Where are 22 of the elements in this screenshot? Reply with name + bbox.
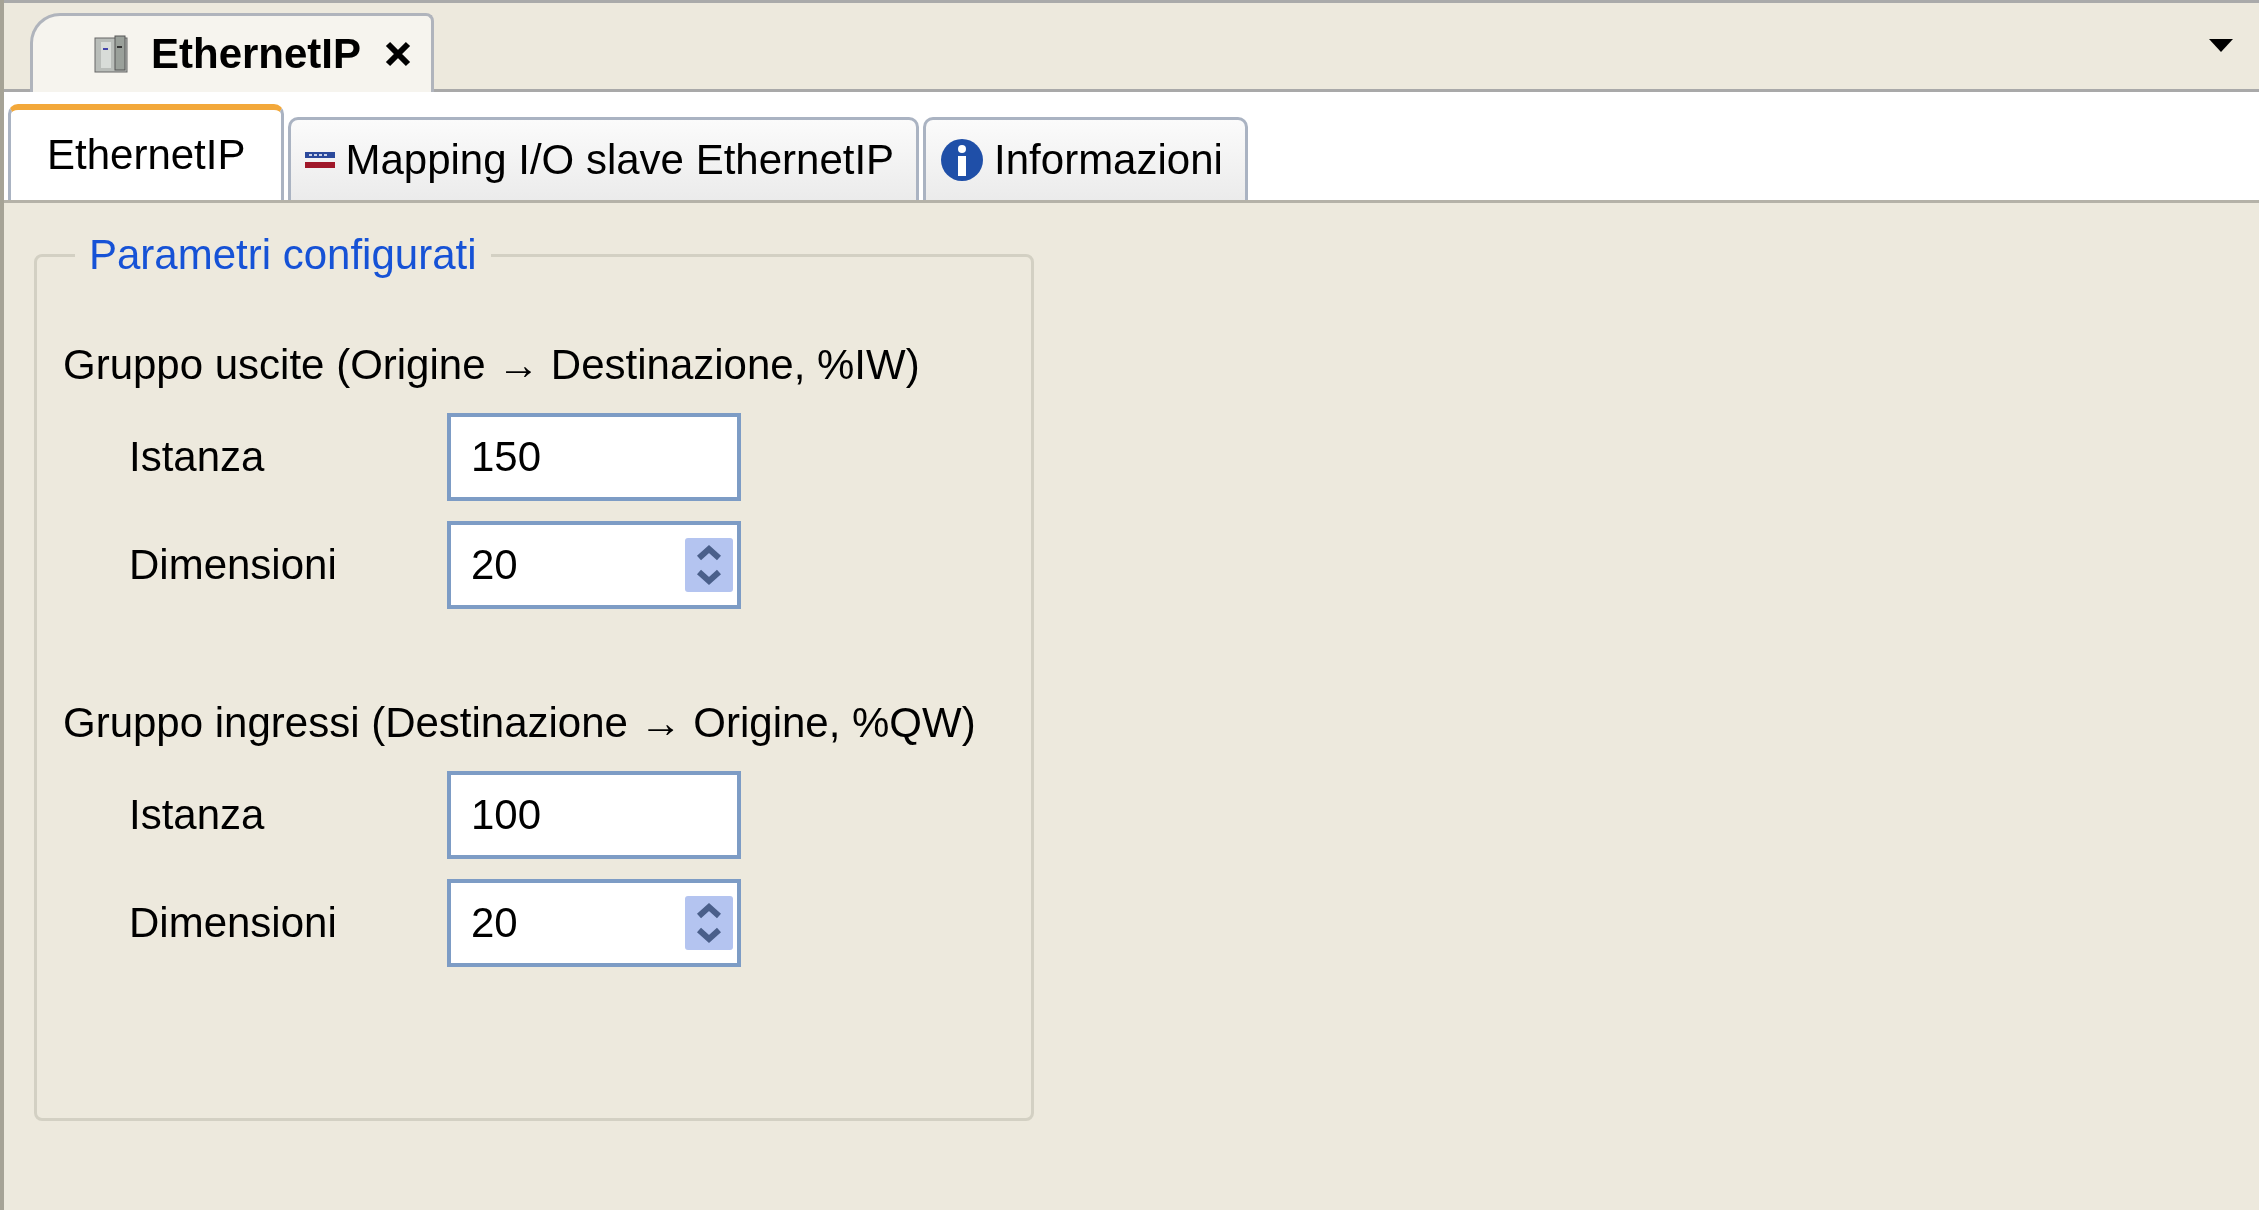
spinner-arrows-icon[interactable] (685, 896, 733, 950)
input-field[interactable]: 150 (447, 413, 741, 501)
field-label: Dimensioni (129, 541, 338, 589)
tab[interactable]: Informazioni (923, 117, 1248, 200)
device-icon (93, 34, 129, 74)
group-legend: Parametri configurati (75, 231, 491, 279)
mapping-icon (305, 149, 336, 171)
spinner-field[interactable]: 20 (447, 879, 741, 967)
tab[interactable]: EthernetIP (8, 104, 285, 200)
document-tab-title: EthernetIP (151, 30, 362, 78)
tab[interactable]: Mapping I/O slave EthernetIP (288, 117, 920, 200)
field-label: Dimensioni (129, 899, 338, 947)
info-icon (940, 138, 985, 182)
section-heading: Gruppo ingressi (Destinazione → Origine, %QW) (63, 699, 977, 747)
section-heading: Gruppo uscite (Origine → Destinazione, %IW) (63, 341, 921, 389)
spinner-arrows-icon[interactable] (685, 538, 733, 592)
dropdown-arrow-icon[interactable] (2209, 39, 2233, 53)
document-tab[interactable]: EthernetIP (30, 13, 435, 92)
spinner-field[interactable]: 20 (447, 521, 741, 609)
field-label: Istanza (129, 791, 266, 839)
field-label: Istanza (129, 433, 266, 481)
input-field[interactable]: 100 (447, 771, 741, 859)
